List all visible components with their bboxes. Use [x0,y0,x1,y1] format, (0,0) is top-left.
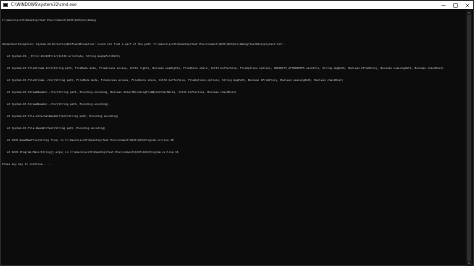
console-line: Press any key to continue . . . [2,162,53,166]
close-button[interactable] [461,1,473,9]
cmd-window: C:\WINDOWS\system32\cmd.exe C:\Users\sco… [0,0,474,266]
scroll-thumb[interactable] [467,15,471,261]
title-bar[interactable]: C:\WINDOWS\system32\cmd.exe [1,1,473,9]
scroll-up-icon[interactable] [467,11,471,14]
window-controls [437,1,473,9]
console-line: at Oddt.ReadNewFile(String file) in C:\U… [2,138,174,142]
window-title: C:\WINDOWS\system32\cmd.exe [11,2,77,7]
console-line: at Oddt.Program.Main(String[] args) in C… [2,150,179,154]
minimize-icon [441,4,445,6]
maximize-button[interactable] [449,1,461,9]
console-output[interactable]: C:\Users\scott\Desktop\Test Environment\… [1,10,467,266]
console-line: C:\Users\scott\Desktop\Test Environment\… [2,18,96,22]
console-line: at System.IO.File.InternalReadAllText(St… [2,114,119,118]
console-line: at System.IO.File.ReadAllText(String pat… [2,126,106,130]
close-icon [465,3,469,7]
minimize-button[interactable] [437,1,449,9]
console-line: at System.IO.StreamReader..ctor(String p… [2,102,109,106]
vertical-scrollbar[interactable] [466,10,472,266]
console-line: at System.IO.StreamReader..ctor(String p… [2,90,237,94]
maximize-icon [453,3,457,7]
console-line: at System.IO.FileStream.Init(String path… [2,66,444,70]
console-line: at System.IO.__Error.WinIOError(Int32 er… [2,54,121,58]
scroll-down-icon[interactable] [467,262,471,265]
cmd-icon [3,3,8,7]
console-line: Unhandled Exception: System.IO.Directory… [2,42,286,46]
console-line: at System.IO.FileStream..ctor(String pat… [2,78,344,82]
